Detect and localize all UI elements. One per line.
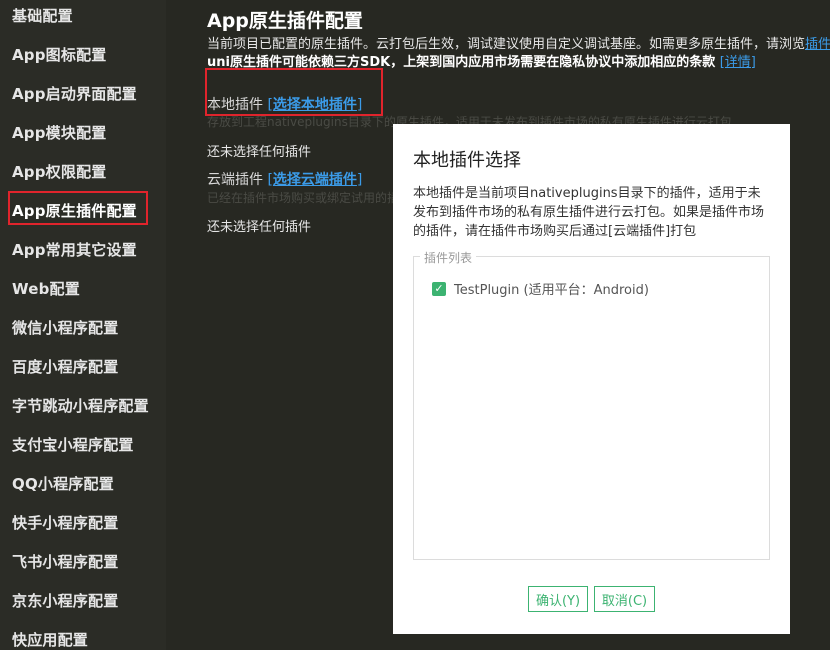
sidebar-item-quickapp[interactable]: 快应用配置: [12, 629, 88, 650]
cloud-plugin-hint: 已经在插件市场购买或绑定试用的插: [207, 191, 400, 205]
sidebar-item-baidu-mp[interactable]: 百度小程序配置: [12, 356, 118, 377]
sidebar-item-basic[interactable]: 基础配置: [12, 5, 73, 26]
local-plugin-section: 本地插件 [选择本地插件]: [207, 94, 362, 114]
select-cloud-plugin-link[interactable]: 选择云端插件: [273, 172, 357, 188]
sidebar-item-qq-mp[interactable]: QQ小程序配置: [12, 473, 114, 494]
details-link[interactable]: [详情]: [720, 55, 756, 70]
local-plugin-label: 本地插件: [207, 97, 263, 113]
local-plugin-dialog: 本地插件选择 本地插件是当前项目nativeplugins目录下的插件，适用于未…: [393, 124, 790, 634]
sidebar-item-app-splash[interactable]: App启动界面配置: [12, 83, 137, 104]
cancel-button[interactable]: 取消(C): [594, 586, 655, 612]
page-title: App原生插件配置: [207, 10, 363, 32]
sidebar-item-jd-mp[interactable]: 京东小程序配置: [12, 590, 118, 611]
sidebar-item-weixin-mp[interactable]: 微信小程序配置: [12, 317, 118, 338]
plugin-list: 插件列表 ✓ TestPlugin (适用平台：Android): [413, 249, 770, 560]
cloud-bracket-close: ]: [356, 172, 363, 188]
sidebar-item-app-other-settings[interactable]: App常用其它设置: [12, 239, 137, 260]
local-plugin-status: 还未选择任何插件: [207, 145, 312, 160]
checkbox-checked-icon[interactable]: ✓: [432, 281, 446, 296]
sidebar-item-app-permissions[interactable]: App权限配置: [12, 161, 106, 182]
description-text: 当前项目已配置的原生插件。云打包后生效，调试建议使用自定义调试基座。如需更多原生…: [207, 37, 806, 52]
plugin-list-legend: 插件列表: [420, 249, 477, 266]
dialog-title: 本地插件选择: [413, 150, 521, 171]
page-description: 当前项目已配置的原生插件。云打包后生效，调试建议使用自定义调试基座。如需更多原生…: [207, 33, 830, 52]
sidebar-item-bytedance-mp[interactable]: 字节跳动小程序配置: [12, 395, 149, 416]
sidebar: 基础配置 App图标配置 App启动界面配置 App模块配置 App权限配置 A…: [0, 0, 166, 650]
cloud-plugin-label: 云端插件: [207, 172, 263, 188]
active-item-highlight: [8, 191, 148, 225]
sidebar-item-alipay-mp[interactable]: 支付宝小程序配置: [12, 434, 134, 455]
sidebar-item-app-modules[interactable]: App模块配置: [12, 122, 106, 143]
sidebar-item-kuaishou-mp[interactable]: 快手小程序配置: [12, 512, 118, 533]
cloud-plugin-section: 云端插件 [选择云端插件]: [207, 169, 362, 189]
sidebar-item-web[interactable]: Web配置: [12, 278, 80, 299]
sidebar-item-feishu-mp[interactable]: 飞书小程序配置: [12, 551, 118, 572]
select-local-plugin-link[interactable]: 选择本地插件: [273, 97, 357, 113]
sidebar-item-app-icon[interactable]: App图标配置: [12, 44, 106, 65]
local-bracket-close: ]: [356, 97, 363, 113]
cloud-plugin-status: 还未选择任何插件: [207, 220, 312, 235]
plugin-item[interactable]: ✓ TestPlugin (适用平台：Android): [432, 279, 649, 298]
plugin-item-label: TestPlugin (适用平台：Android): [454, 283, 649, 298]
confirm-button[interactable]: 确认(Y): [528, 586, 588, 612]
dialog-description: 本地插件是当前项目nativeplugins目录下的插件，适用于未发布到插件市场…: [413, 186, 765, 239]
plugin-market-link[interactable]: 插件: [805, 37, 830, 52]
